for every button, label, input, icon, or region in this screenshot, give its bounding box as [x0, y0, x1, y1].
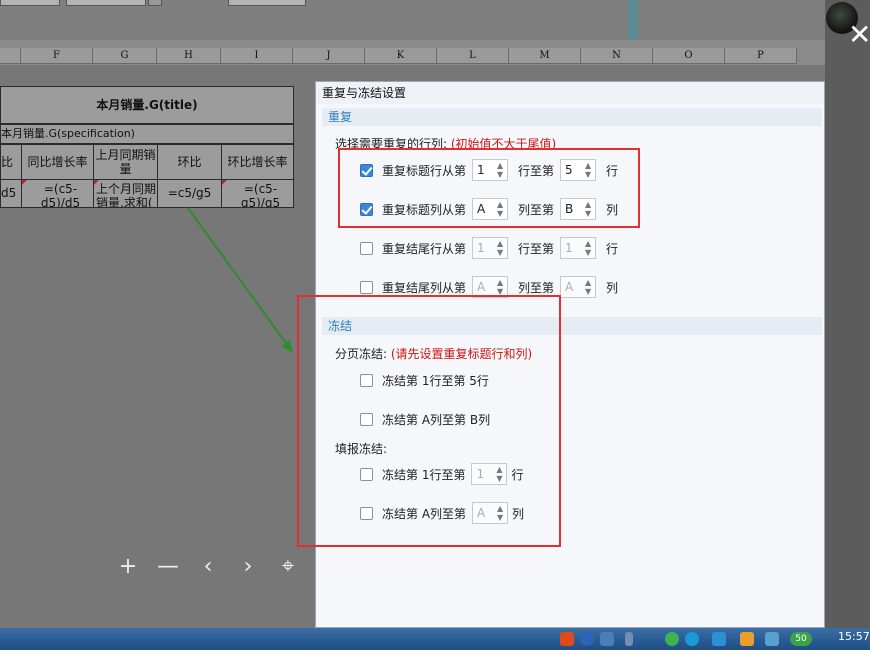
toolbar-dropdown-button[interactable]: [148, 0, 162, 6]
column-header[interactable]: I: [221, 48, 293, 64]
toolbar-field[interactable]: [66, 0, 146, 6]
repeat-end-row-from-spinner[interactable]: 1 ▲ ▼: [472, 237, 509, 259]
ime-icon[interactable]: [560, 632, 574, 646]
repeat-end-col-checkbox[interactable]: [360, 280, 373, 294]
taskbar: 50 15:57: [0, 628, 870, 650]
column-header[interactable]: M: [509, 48, 581, 64]
keyboard-icon[interactable]: [600, 632, 614, 646]
network-icon[interactable]: [740, 632, 754, 646]
close-icon[interactable]: ✕: [848, 21, 870, 49]
formula-text: =(c5-g5)/g5: [240, 182, 281, 208]
column-header[interactable]: G: [93, 48, 157, 64]
repeat-end-col-to-spinner[interactable]: A ▲ ▼: [560, 276, 597, 298]
zoom-out-icon[interactable]: —: [152, 552, 184, 582]
volume-icon[interactable]: [765, 632, 779, 646]
spinner-arrows[interactable]: ▲ ▼: [583, 239, 593, 257]
spinner-value: A: [477, 280, 486, 294]
toolbar-strip: [0, 0, 825, 40]
clock[interactable]: 15:57: [838, 630, 870, 643]
formula-cell[interactable]: d5: [0, 179, 22, 208]
header-cell[interactable]: 环比增长率: [221, 144, 294, 180]
spinner-value: 1: [565, 241, 573, 255]
next-icon[interactable]: ›: [232, 552, 264, 582]
title-cell[interactable]: 本月销量.G(title): [0, 86, 294, 124]
formula-cell[interactable]: =c5/g5: [157, 179, 222, 208]
fit-icon[interactable]: ⌖: [272, 552, 304, 582]
comment-marker: [222, 180, 227, 185]
formula-text: =(c5-d5)/d5: [40, 182, 81, 208]
repeat-end-row-checkbox[interactable]: [360, 241, 373, 255]
chevron-down-icon[interactable]: ▼: [583, 248, 593, 257]
setting-label: 重复结尾列从第: [382, 280, 467, 295]
cloud-icon[interactable]: [712, 632, 726, 646]
column-header[interactable]: N: [581, 48, 653, 64]
wechat-icon[interactable]: [665, 632, 679, 646]
arrow-line: [187, 207, 289, 347]
header-cell[interactable]: 同比增长率: [21, 144, 94, 180]
repeat-end-row-setting: 重复结尾行从第 1 ▲ ▼ 行至第 1 ▲ ▼ 行: [360, 237, 618, 259]
zoom-in-icon[interactable]: +: [112, 552, 144, 582]
battery-badge[interactable]: 50: [790, 632, 812, 646]
settings-icon[interactable]: [625, 632, 633, 646]
column-header[interactable]: J: [293, 48, 365, 64]
chevron-down-icon[interactable]: ▼: [495, 248, 505, 257]
scroll-indicator: [628, 0, 638, 40]
formula-cell[interactable]: =(c5-g5)/g5: [221, 179, 294, 208]
repeat-end-row-to-spinner[interactable]: 1 ▲ ▼: [560, 237, 597, 259]
column-header[interactable]: K: [365, 48, 437, 64]
header-cell[interactable]: 上月同期销量: [93, 144, 158, 180]
toolbar-field[interactable]: [0, 0, 60, 6]
highlight-box-freeze: [297, 295, 561, 547]
spinner-arrows[interactable]: ▲ ▼: [495, 239, 505, 257]
highlight-box-repeat: [338, 148, 640, 228]
dialog-title: 重复与冻结设置: [316, 82, 824, 104]
setting-connector: 列至第: [518, 280, 555, 295]
spec-cell[interactable]: 本月销量.G(specification): [0, 124, 294, 144]
chevron-up-icon[interactable]: ▲: [583, 278, 593, 287]
repeat-section-header: 重复: [322, 108, 822, 126]
spinner-arrows[interactable]: ▲ ▼: [583, 278, 593, 296]
toolbar-button[interactable]: [228, 0, 306, 6]
column-header[interactable]: O: [653, 48, 725, 64]
comment-marker: [94, 180, 99, 185]
setting-unit: 行: [606, 241, 619, 256]
formula-cell[interactable]: =(c5-d5)/d5: [21, 179, 94, 208]
column-header[interactable]: P: [725, 48, 797, 64]
chevron-up-icon[interactable]: ▲: [495, 239, 505, 248]
chevron-up-icon[interactable]: ▲: [583, 239, 593, 248]
right-panel: [825, 0, 870, 628]
formula-cell[interactable]: 上个月同期销量,求和(: [93, 179, 158, 208]
setting-label: 重复结尾行从第: [382, 241, 467, 256]
spinner-arrows[interactable]: ▲ ▼: [495, 278, 505, 296]
comment-marker: [22, 180, 27, 185]
arrow-head: [281, 340, 293, 353]
arrow-annotation: [187, 207, 293, 353]
spinner-value: A: [565, 280, 574, 294]
chevron-up-icon[interactable]: ▲: [495, 278, 505, 287]
header-cell[interactable]: 环比: [157, 144, 222, 180]
column-header[interactable]: [0, 48, 21, 64]
column-header[interactable]: H: [157, 48, 221, 64]
help-icon[interactable]: [580, 632, 594, 646]
setting-unit: 列: [606, 280, 619, 295]
qq-icon[interactable]: [685, 632, 699, 646]
column-header[interactable]: F: [21, 48, 93, 64]
formula-text: 上个月同期销量,求和(: [96, 182, 157, 208]
setting-connector: 行至第: [518, 241, 555, 256]
column-header[interactable]: L: [437, 48, 509, 64]
chevron-down-icon[interactable]: ▼: [583, 287, 593, 296]
previous-icon[interactable]: ‹: [192, 552, 224, 582]
header-cell[interactable]: 比: [0, 144, 22, 180]
zoom-toolbar: + — ‹ › ⌖ ⟲: [112, 552, 344, 582]
spinner-value: 1: [477, 241, 485, 255]
